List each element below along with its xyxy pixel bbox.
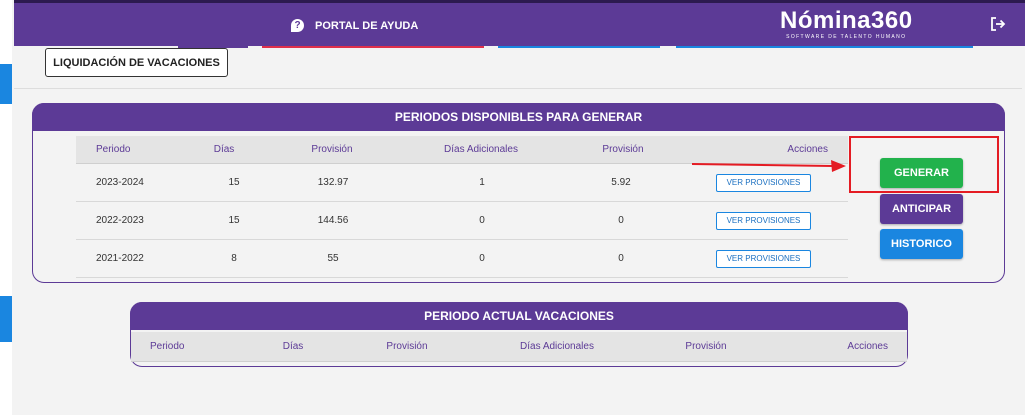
help-portal-label: PORTAL DE AYUDA (315, 19, 419, 32)
liquidacion-vacaciones-button[interactable]: LIQUIDACIÓN DE VACACIONES (45, 48, 228, 77)
current-period-title: PERIODO ACTUAL VACACIONES (130, 302, 908, 330)
help-portal-link[interactable]: ? PORTAL DE AYUDA (291, 19, 418, 32)
left-tab-indicator[interactable] (0, 296, 12, 342)
cell-dias-adicionales: 0 (479, 253, 485, 264)
annotation-arrow (691, 160, 846, 172)
anticipar-button[interactable]: ANTICIPAR (880, 194, 963, 224)
header-dias: Días (213, 144, 235, 155)
brand-logo: Nómina360 SOFTWARE DE TALENTO HUMANO (780, 7, 913, 41)
header-dias-adicionales: Días Adicionales (520, 341, 594, 352)
cell-dias-adicionales: 0 (479, 215, 485, 226)
header-dias: Días (282, 341, 304, 352)
cell-dias: 8 (231, 253, 237, 264)
cell-periodo: 2021-2022 (96, 253, 144, 264)
cell-dias: 15 (228, 215, 240, 226)
brand-name: Nómina360 (780, 7, 913, 34)
action-cell: VER PROVISIONES (716, 240, 811, 277)
top-bar-edge (14, 0, 1025, 3)
brand-tagline: SOFTWARE DE TALENTO HUMANO (786, 34, 907, 40)
available-periods-title: PERIODOS DISPONIBLES PARA GENERAR (32, 103, 1005, 131)
header-periodo: Periodo (150, 341, 185, 352)
table-row: 2022-2023 15 144.56 0 0 VER PROVISIONES (76, 202, 848, 240)
header-provision: Provisión (311, 144, 353, 155)
tab-strip (676, 46, 973, 48)
ver-provisiones-button[interactable]: VER PROVISIONES (716, 249, 811, 268)
header-provision: Provisión (386, 341, 428, 352)
cell-provision-adicional: 5.92 (611, 177, 631, 188)
cell-provision-adicional: 0 (618, 253, 624, 264)
cell-provision: 144.56 (317, 215, 349, 226)
ver-provisiones-button[interactable]: VER PROVISIONES (716, 173, 811, 192)
divider (14, 88, 1022, 89)
left-tab-indicator[interactable] (0, 64, 12, 104)
header-provision-adicional: Provisión (685, 341, 727, 352)
cell-provision: 132.97 (317, 177, 349, 188)
table-row: 2021-2022 8 55 0 0 VER PROVISIONES (76, 240, 848, 278)
cell-provision-adicional: 0 (618, 215, 624, 226)
historico-button[interactable]: HISTORICO (880, 229, 963, 259)
ver-provisiones-button[interactable]: VER PROVISIONES (716, 211, 811, 230)
current-period-table: Periodo Días Provisión Días Adicionales … (131, 332, 907, 362)
cell-periodo: 2023-2024 (96, 177, 144, 188)
logout-icon[interactable] (990, 16, 1006, 32)
cell-periodo: 2022-2023 (96, 215, 144, 226)
table-header: Periodo Días Provisión Días Adicionales … (131, 332, 907, 362)
generar-button[interactable]: GENERAR (880, 158, 963, 188)
header-periodo: Periodo (96, 144, 131, 155)
header-dias-adicionales: Días Adicionales (444, 144, 518, 155)
header-acciones: Acciones (847, 341, 888, 352)
header-provision-adicional: Provisión (602, 144, 644, 155)
cell-dias: 15 (228, 177, 240, 188)
help-icon: ? (291, 19, 304, 32)
tab-strip (498, 46, 660, 48)
cell-dias-adicionales: 1 (479, 177, 485, 188)
tab-strip (262, 46, 484, 48)
cell-provision: 55 (327, 253, 339, 264)
left-rail (0, 0, 12, 415)
action-cell: VER PROVISIONES (716, 202, 811, 239)
